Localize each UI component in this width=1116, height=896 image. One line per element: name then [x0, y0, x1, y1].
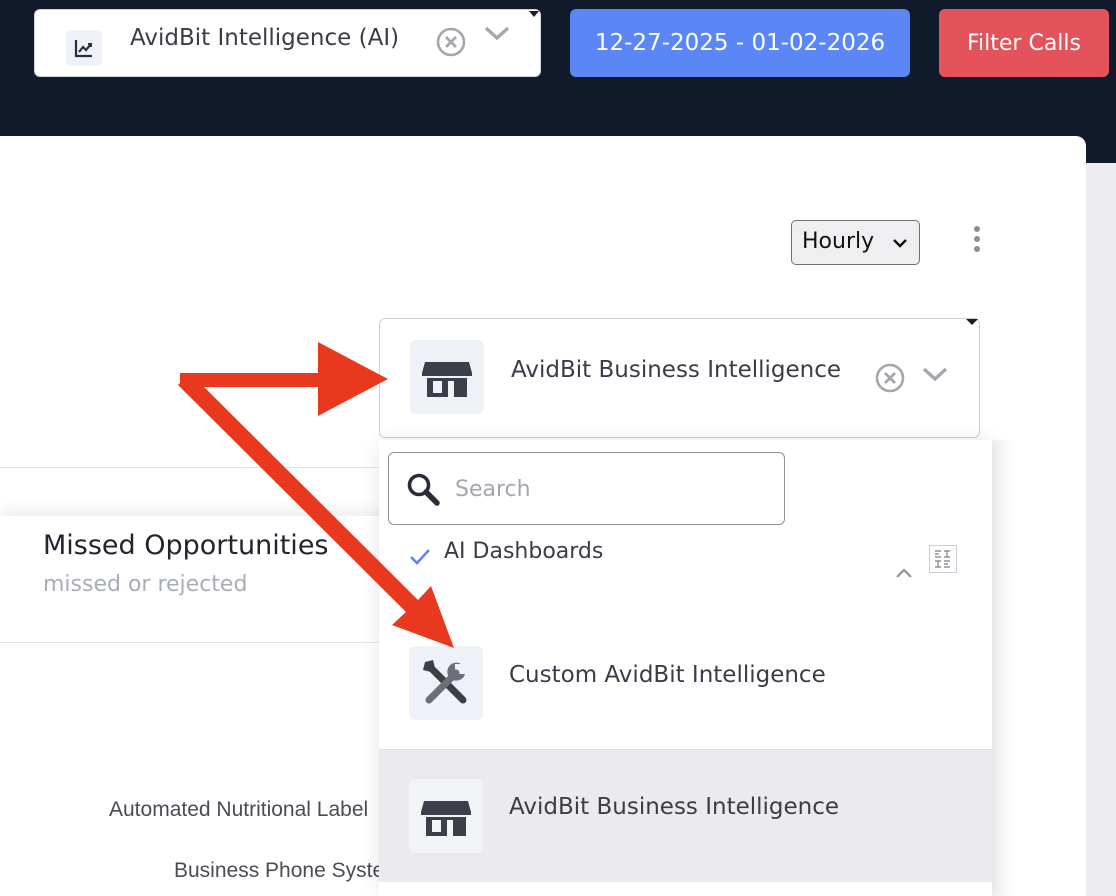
dropdown-footer — [379, 882, 992, 896]
option-label: Custom AvidBit Intelligence — [509, 662, 826, 688]
storefront-icon — [409, 779, 483, 853]
chevron-down-icon[interactable] — [921, 363, 949, 391]
dashboard-select[interactable]: AvidBit Business Intelligence — [379, 318, 980, 438]
chevron-down-icon[interactable] — [483, 22, 511, 50]
date-range-button[interactable]: 12-27-2025 - 01-02-2026 — [570, 9, 910, 77]
option-label: AvidBit Business Intelligence — [509, 794, 840, 820]
chevron-down-icon — [893, 239, 907, 248]
chart-line-icon — [66, 30, 102, 66]
clear-icon[interactable] — [874, 362, 906, 398]
chart-row-label: Automated Nutritional Label — [109, 798, 369, 821]
group-label-ai-dashboards[interactable]: AI Dashboards — [444, 539, 603, 564]
grid-code-icon — [929, 545, 957, 573]
check-icon — [409, 548, 431, 570]
missed-opportunities-card: Missed Opportunities missed or rejected … — [0, 516, 420, 896]
corner-marker — [966, 319, 978, 325]
integration-select[interactable]: AvidBit Intelligence (AI) — [34, 9, 541, 77]
storefront-icon — [410, 340, 484, 414]
filter-calls-button[interactable]: Filter Calls — [939, 9, 1109, 77]
divider — [0, 642, 420, 643]
dashboard-select-value: AvidBit Business Intelligence — [511, 357, 842, 383]
menu-shadow — [992, 440, 1016, 896]
corner-marker — [529, 11, 539, 17]
tools-icon — [409, 646, 483, 720]
integration-select-label: AvidBit Intelligence (AI) — [130, 25, 400, 51]
card-subtitle: missed or rejected — [43, 572, 248, 597]
interval-select-value: Hourly — [802, 229, 875, 254]
card-title: Missed Opportunities — [43, 530, 329, 561]
clear-icon[interactable] — [435, 26, 467, 62]
option-avidbit-business-intelligence[interactable]: AvidBit Business Intelligence — [379, 750, 992, 882]
chart-row-label: Business Phone Syste — [174, 859, 385, 882]
dashboard-dropdown-menu: AI Dashboards Custom AvidBit Intelligenc… — [379, 440, 992, 896]
interval-select[interactable]: Hourly — [791, 220, 920, 265]
search-field[interactable] — [388, 452, 785, 525]
option-custom-avidbit-intelligence[interactable]: Custom AvidBit Intelligence — [379, 618, 992, 750]
divider — [0, 467, 380, 468]
search-input[interactable] — [455, 471, 765, 507]
search-icon — [407, 473, 440, 506]
more-options-icon[interactable] — [970, 224, 984, 254]
chevron-up-icon[interactable] — [895, 564, 913, 583]
